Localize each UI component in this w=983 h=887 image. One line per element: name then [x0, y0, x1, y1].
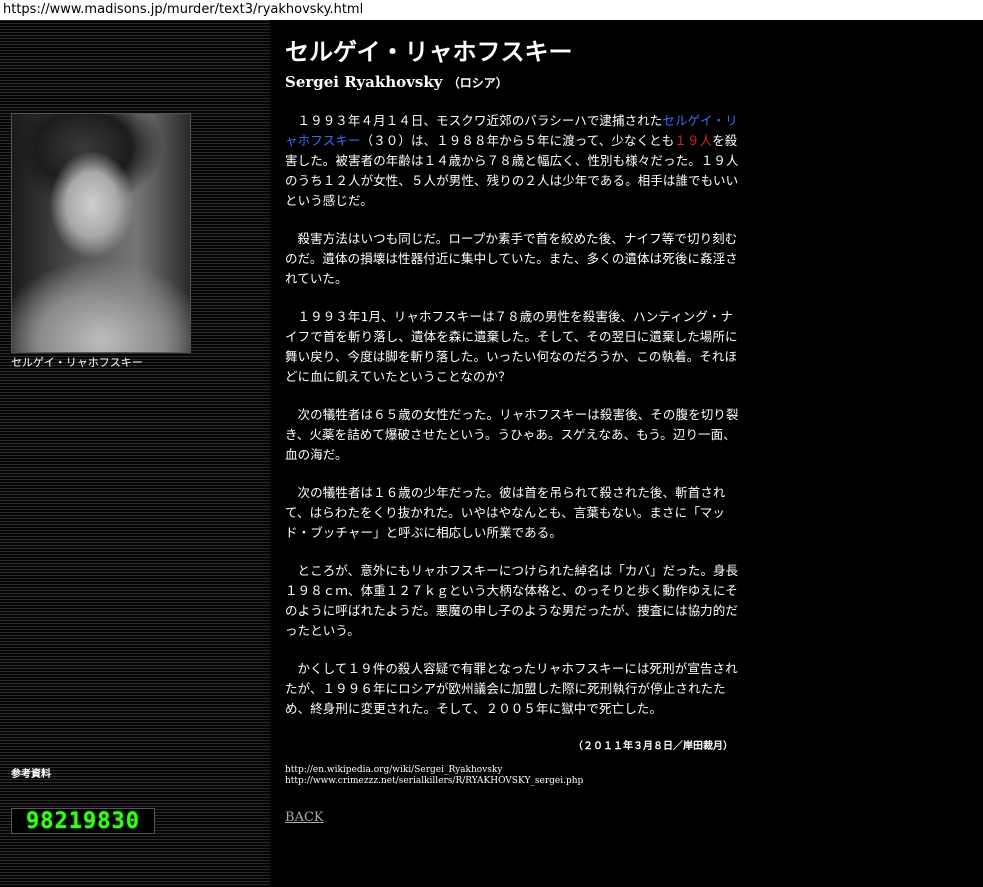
subtitle-country: （ロシア）: [447, 76, 508, 90]
reference-link-crimezzz[interactable]: http://www.crimezzz.net/serialkillers/R/…: [285, 776, 583, 787]
highlight-victim-count: １９人: [674, 133, 713, 148]
sidebar: セルゲイ・リャホフスキー 参考資料 98219830: [0, 20, 270, 887]
address-bar[interactable]: https://www.madisons.jp/murder/text3/rya…: [0, 0, 983, 20]
page-subtitle: Sergei Ryakhovsky （ロシア）: [285, 73, 745, 91]
article-paragraph-6: ところが、意外にもリャホフスキーにつけられた綽名は「カバ」だった。身長１９８ｃｍ…: [285, 563, 739, 638]
article-date: （２０１１年３月８日／岸田裁月）: [573, 741, 733, 752]
reference-links: http://en.wikipedia.org/wiki/Sergei_Ryak…: [285, 765, 583, 787]
article-paragraph-2: 殺害方法はいつも同じだ。ロープか素手で首を絞めた後、ナイフ等で切り刻むのだ。遺体…: [285, 231, 738, 286]
article-paragraph-4: 次の犠牲者は６５歳の女性だった。リャホフスキーは殺害後、その腹を切り裂き、火薬を…: [285, 407, 739, 462]
article-paragraph-3: １９９３年1月、リャホフスキーは７８歳の男性を殺害後、ハンティング・ナイフで首を…: [285, 309, 738, 384]
references-label: 参考資料: [11, 769, 51, 780]
back-link[interactable]: BACK: [285, 810, 324, 825]
p1-before: １９９３年４月１４日、モスクワ近郊のバラシーハで逮捕された: [297, 113, 663, 128]
main-content: セルゲイ・リャホフスキー Sergei Ryakhovsky （ロシア） １９９…: [285, 20, 745, 752]
page-title: セルゲイ・リャホフスキー: [285, 38, 573, 66]
visitor-counter: 98219830: [11, 808, 155, 834]
article-paragraph-1: １９９３年４月１４日、モスクワ近郊のバラシーハで逮捕されたセルゲイ・リャホフスキ…: [285, 111, 745, 211]
reference-link-wikipedia[interactable]: http://en.wikipedia.org/wiki/Sergei_Ryak…: [285, 765, 583, 776]
article-paragraph-5: 次の犠牲者は１６歳の少年だった。彼は首を吊られて殺された後、斬首されて、はらわた…: [285, 485, 726, 540]
article-body: １９９３年４月１４日、モスクワ近郊のバラシーハで逮捕されたセルゲイ・リャホフスキ…: [285, 111, 745, 752]
subtitle-name: Sergei Ryakhovsky: [285, 73, 443, 91]
url-text: https://www.madisons.jp/murder/text3/rya…: [3, 2, 364, 17]
photo-caption: セルゲイ・リャホフスキー: [11, 356, 143, 369]
article-paragraph-7: かくして１９件の殺人容疑で有罪となったリャホフスキーには死刑が宣告されたが、１９…: [285, 661, 738, 716]
p1-mid: （３０）は、１９８８年から５年に渡って、少なくとも: [360, 133, 675, 148]
portrait-photo: [11, 113, 191, 353]
